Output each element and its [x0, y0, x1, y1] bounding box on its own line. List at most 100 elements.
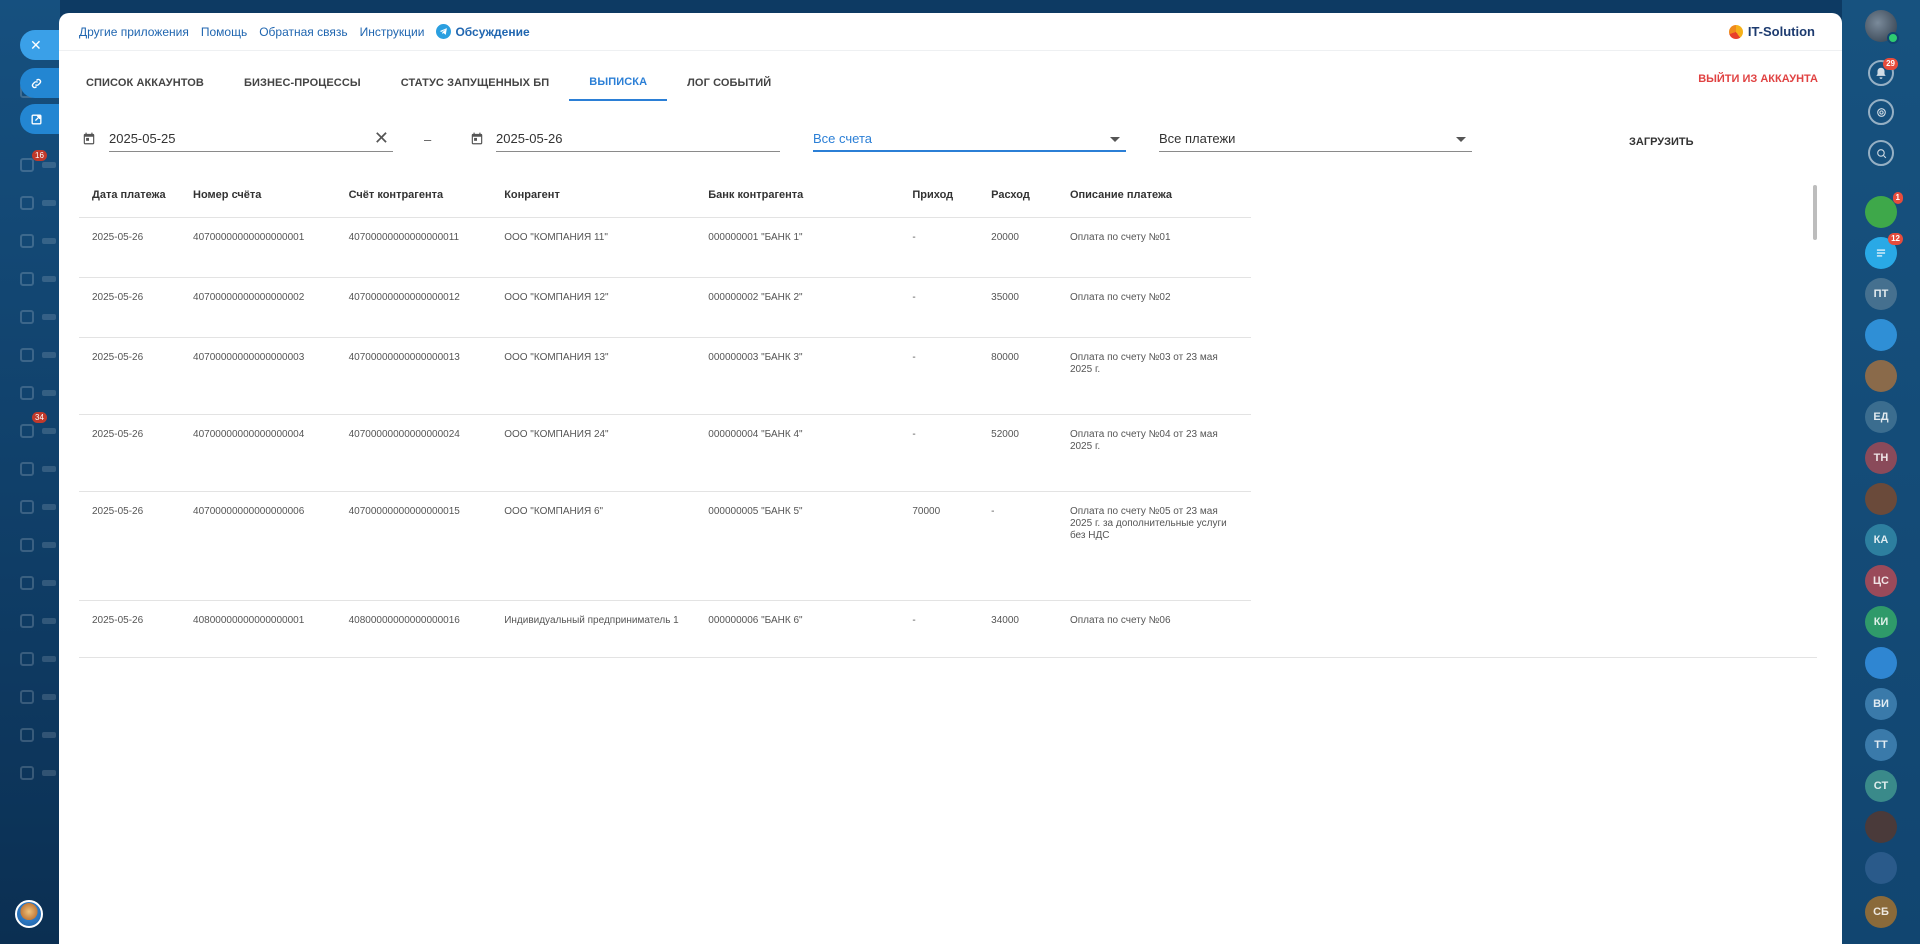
contact-avatar[interactable]: СТ — [1865, 770, 1897, 802]
table-row[interactable]: 2025-05-26 40700000000000000006 40700000… — [79, 491, 1251, 601]
payments-select[interactable]: Все платежи — [1159, 126, 1472, 152]
date-from-field[interactable]: 2025-05-25 ✕ — [109, 126, 393, 152]
cell-counterparty-account: 40800000000000000016 — [348, 614, 460, 626]
contact-avatar-photo[interactable] — [1865, 483, 1897, 515]
app-sidebar-background: 16 34 — [0, 0, 60, 944]
cell-date: 2025-05-26 — [92, 614, 144, 626]
cell-counterparty: ООО "КОМПАНИЯ 11" — [491, 217, 696, 278]
contact-avatar-icon[interactable] — [1865, 647, 1897, 679]
tab-business-processes[interactable]: Бизнес-процессы — [224, 65, 381, 101]
chat-badge: 1 — [1892, 192, 1903, 204]
cell-description: Оплата по счету №03 от 23 мая 2025 г. — [1056, 337, 1251, 415]
contact-avatar[interactable]: ЦС — [1865, 565, 1897, 597]
contact-avatar[interactable]: КА — [1865, 524, 1897, 556]
contact-avatar[interactable]: СБ — [1865, 896, 1897, 928]
col-header-counterparty[interactable]: Конрагент — [491, 173, 696, 218]
table-scrollbar[interactable] — [1813, 185, 1817, 240]
col-header-expense[interactable]: Расход — [978, 173, 1057, 218]
copy-link-button[interactable] — [20, 68, 60, 98]
bg-badge: 16 — [32, 150, 47, 161]
col-header-counterparty-bank[interactable]: Банк контрагента — [695, 173, 900, 218]
bg-menu-item — [20, 348, 60, 362]
notifications-bell-icon[interactable]: 29 — [1868, 58, 1898, 86]
accounts-select[interactable]: Все счета — [813, 126, 1126, 152]
search-fingerprint-icon[interactable] — [1868, 99, 1894, 125]
tabs-bar: Список аккаунтов Бизнес-процессы Статус … — [66, 65, 791, 101]
cell-account: 40700000000000000003 — [180, 337, 336, 415]
cell-income: - — [899, 414, 979, 492]
cell-expense: - — [978, 491, 1057, 601]
tab-event-log[interactable]: Лог событий — [667, 65, 791, 101]
cell-counterparty: ООО "КОМПАНИЯ 12" — [491, 277, 696, 338]
cell-description: Оплата по счету №05 от 23 мая 2025 г. за… — [1056, 491, 1251, 601]
table-row[interactable]: 2025-05-26 40700000000000000003 40700000… — [79, 337, 1251, 415]
col-header-income[interactable]: Приход — [899, 173, 979, 218]
bg-menu-item — [20, 196, 60, 210]
bg-menu-item — [20, 690, 60, 704]
bg-menu-item — [20, 576, 60, 590]
calendar-icon[interactable] — [470, 131, 484, 146]
load-button[interactable]: Загрузить — [1629, 136, 1694, 148]
discussion-label: Обсуждение — [455, 24, 530, 39]
other-apps-link[interactable]: Другие приложения — [79, 25, 189, 39]
tab-statement[interactable]: Выписка — [569, 65, 668, 101]
contact-avatar[interactable]: ТН — [1865, 442, 1897, 474]
cell-date: 2025-05-26 — [79, 217, 181, 278]
contact-avatar-photo[interactable] — [1865, 852, 1897, 884]
cell-description: Оплата по счету №04 от 23 мая 2025 г. — [1056, 414, 1251, 492]
clear-date-icon[interactable]: ✕ — [374, 129, 389, 147]
contact-avatar-photo[interactable] — [1865, 811, 1897, 843]
table-row[interactable]: 2025-05-26 40700000000000000002 40700000… — [79, 277, 1251, 338]
filters-bar: 2025-05-25 ✕ – 2025-05-26 Все счета Все … — [59, 126, 1842, 166]
chat-group-avatar[interactable]: 1 — [1865, 192, 1903, 228]
contact-avatar[interactable]: ПТ — [1865, 278, 1897, 310]
table-row[interactable]: 2025-05-26 40700000000000000001 40700000… — [79, 217, 1251, 278]
cell-account: 40700000000000000004 — [180, 414, 336, 492]
cell-counterparty-account: 40700000000000000011 — [335, 217, 492, 278]
bg-badge: 34 — [32, 412, 47, 423]
external-link-icon — [31, 113, 42, 125]
cell-counterparty-account: 40700000000000000012 — [335, 277, 492, 338]
app-window: Другие приложения Помощь Обратная связь … — [59, 13, 1842, 944]
discussion-link[interactable]: Обсуждение — [436, 24, 530, 39]
profile-avatar[interactable] — [1865, 10, 1899, 44]
current-user-avatar[interactable] — [15, 900, 43, 928]
contact-avatar[interactable]: ВИ — [1865, 688, 1897, 720]
feedback-link[interactable]: Обратная связь — [259, 25, 347, 39]
cell-counterparty-account: 40700000000000000024 — [335, 414, 492, 492]
cell-counterparty-account: 40700000000000000015 — [335, 491, 492, 601]
contact-avatar-icon[interactable] — [1865, 319, 1897, 351]
chevron-down-icon — [1110, 137, 1120, 142]
help-link[interactable]: Помощь — [201, 25, 247, 39]
open-new-window-button[interactable] — [20, 104, 60, 134]
col-header-counterparty-account[interactable]: Счёт контрагента — [335, 173, 492, 218]
logout-button[interactable]: Выйти из аккаунта — [1698, 73, 1818, 85]
chat-general-avatar[interactable]: 12 — [1865, 233, 1903, 269]
online-indicator — [1887, 32, 1899, 44]
cell-counterparty: ООО "КОМПАНИЯ 6" — [491, 491, 696, 601]
close-slider-button[interactable]: ✕ — [20, 30, 60, 60]
payments-select-value: Все платежи — [1159, 131, 1236, 146]
date-to-field[interactable]: 2025-05-26 — [496, 126, 780, 152]
link-icon — [31, 78, 42, 88]
cell-bank: 000000004 "БАНК 4" — [695, 414, 900, 492]
telegram-icon — [436, 24, 452, 39]
contact-avatar[interactable]: ТТ — [1865, 729, 1897, 761]
calendar-icon[interactable] — [82, 131, 96, 146]
table-row[interactable]: 2025-05-26 40800000000000000001 40800000… — [79, 600, 1251, 657]
cell-expense: 52000 — [978, 414, 1057, 492]
col-header-payment-date[interactable]: Дата платежа — [79, 173, 181, 218]
chat-search-icon[interactable] — [1868, 140, 1894, 166]
tab-accounts-list[interactable]: Список аккаунтов — [66, 65, 224, 101]
contact-avatar-photo[interactable] — [1865, 360, 1897, 392]
contact-avatar[interactable]: ЕД — [1865, 401, 1897, 433]
bg-menu-item — [20, 272, 60, 286]
col-header-payment-description[interactable]: Описание платежа — [1056, 173, 1251, 218]
cell-counterparty: ООО "КОМПАНИЯ 13" — [491, 337, 696, 415]
contact-avatar[interactable]: КИ — [1865, 606, 1897, 638]
col-header-account-number[interactable]: Номер счёта — [180, 173, 336, 218]
table-row[interactable]: 2025-05-26 40700000000000000004 40700000… — [79, 414, 1251, 492]
bg-menu-item — [20, 386, 60, 400]
instructions-link[interactable]: Инструкции — [360, 25, 425, 39]
tab-running-bp-status[interactable]: Статус запущенных БП — [381, 65, 570, 101]
